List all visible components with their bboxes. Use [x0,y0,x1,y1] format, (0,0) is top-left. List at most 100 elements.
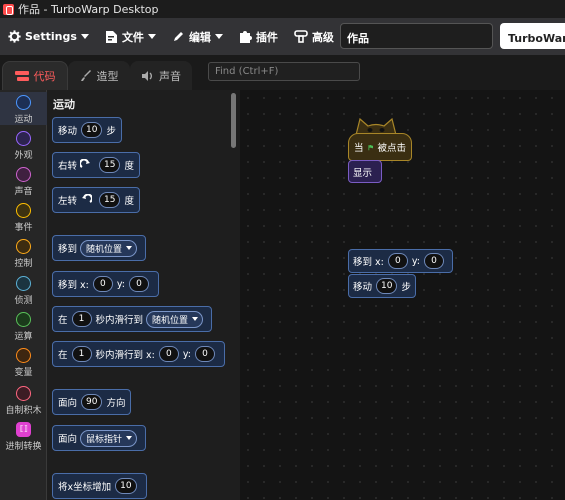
point-direction-block[interactable]: 面向 90 方向 [52,389,132,415]
block-text: 将x坐标增加 [58,482,112,493]
direction-input[interactable]: 90 [81,394,103,410]
move-steps-block[interactable]: 移动 10 步 [348,274,416,298]
category-label: 进制转换 [5,442,42,452]
pencil-icon [173,32,183,41]
when-flag-clicked-block[interactable]: 当 被点击 [348,133,412,161]
change-x-block[interactable]: 将x坐标增加 10 [52,473,147,499]
block-text: 方向 [106,398,126,409]
palette-heading: 运动 [53,98,75,111]
dropdown-value: 随机位置 [152,315,189,326]
steps-input[interactable]: 10 [81,122,103,138]
glide-xy-block[interactable]: 在 1 秒内滑行到 x: 0 y: 0 [52,341,225,367]
seconds-input[interactable]: 1 [71,311,92,327]
move-steps-block[interactable]: 移动 10 步 [52,117,122,143]
target-dropdown[interactable]: 随机位置 [80,239,138,257]
chevron-down-icon [214,34,223,39]
block-text: 步 [106,126,116,137]
block-text: 度 [124,196,134,207]
degrees-input[interactable]: 15 [99,157,121,173]
editor-tabs: 代码 造型 声音 Find (Ctrl+F) [0,55,565,90]
edit-menu[interactable]: 编辑 [164,18,231,55]
edit-label: 编辑 [188,30,211,44]
block-text: 移到 x: [353,257,384,268]
category-label: 运算 [14,332,33,342]
motion-category-icon [16,95,31,110]
project-title-input[interactable]: 作品 [340,23,493,49]
block-text: y: [182,348,191,360]
settings-menu[interactable]: Settings [0,18,97,55]
category-sound[interactable]: 声音 [0,167,47,197]
sound-category-icon [16,167,31,182]
turn-left-block[interactable]: 左转 15 度 [52,187,140,213]
advanced-icon [294,30,308,43]
category-operators[interactable]: 运算 [0,312,47,342]
tab-code[interactable]: 代码 [2,61,68,90]
y-input[interactable]: 0 [423,253,444,269]
category-menu: 运动 外观 声音 事件 控制 侦测 运算 变量 自制积木 ⟦⟧ 进制转换 [0,90,47,500]
category-sensing[interactable]: 侦测 [0,276,47,306]
x-input[interactable]: 0 [92,276,113,292]
category-label: 变量 [14,368,33,378]
control-category-icon [16,239,31,254]
category-label: 自制积木 [5,406,42,416]
category-my-blocks[interactable]: 自制积木 [0,386,47,416]
target-dropdown[interactable]: 随机位置 [146,310,204,328]
script-workspace[interactable]: 当 被点击 显示 移到 x: 0 y: 0 移动 10 步 [240,90,565,500]
y-input[interactable]: 0 [195,346,215,362]
target-dropdown[interactable]: 鼠标指针 [80,429,138,447]
category-events[interactable]: 事件 [0,203,47,233]
feedback-button[interactable]: TurboWarp反馈 [500,23,565,49]
puzzle-icon [239,31,252,43]
block-text: 步 [401,282,411,293]
show-block[interactable]: 显示 [348,160,382,183]
chevron-down-icon [126,246,133,250]
steps-input[interactable]: 10 [376,278,398,294]
category-motion[interactable]: 运动 [0,92,47,125]
change-input[interactable]: 10 [115,478,137,494]
block-text: 左转 [58,196,78,207]
app-icon [3,3,14,15]
advanced-label: 高级 [311,30,334,44]
turn-right-block[interactable]: 右转 15 度 [52,152,140,178]
block-text: 秒内滑行到 [95,315,144,326]
addons-label: 插件 [255,30,278,44]
x-input[interactable]: 0 [387,253,408,269]
degrees-input[interactable]: 15 [99,192,121,208]
category-variables[interactable]: 变量 [0,348,47,378]
addons-menu[interactable]: 插件 [231,18,286,55]
palette-scrollbar[interactable] [231,93,236,148]
x-input[interactable]: 0 [158,346,179,362]
my-blocks-category-icon [16,386,31,401]
category-label: 声音 [14,187,33,197]
block-text: 面向 [58,434,78,445]
block-text: 移动 [353,282,373,293]
tab-sounds[interactable]: 声音 [130,61,192,90]
glide-menu-block[interactable]: 在 1 秒内滑行到 随机位置 [52,306,213,332]
gear-icon [8,30,21,43]
code-icon [14,70,29,81]
operators-category-icon [16,312,31,327]
point-towards-block[interactable]: 面向 鼠标指针 [52,425,147,451]
goto-menu-block[interactable]: 移到 随机位置 [52,235,147,261]
category-looks[interactable]: 外观 [0,131,47,161]
category-control[interactable]: 控制 [0,239,47,269]
title-bar: 作品 - TurboWarp Desktop [0,0,565,18]
seconds-input[interactable]: 1 [71,346,92,362]
chevron-down-icon [147,34,156,39]
category-label: 事件 [14,223,33,233]
advanced-menu[interactable]: 高级 [286,18,342,55]
file-label: 文件 [121,30,144,44]
goto-xy-block[interactable]: 移到 x: 0 y: 0 [348,249,453,273]
turbowarp-window: 作品 - TurboWarp Desktop Settings 文件 编辑 插件… [0,0,565,500]
goto-xy-block[interactable]: 移到 x: 0 y: 0 [52,271,159,297]
settings-label: Settings [25,30,77,43]
rotate-right-icon [80,159,91,168]
category-base-conversion[interactable]: ⟦⟧ 进制转换 [0,422,47,452]
block-text: 在 [58,350,68,361]
y-input[interactable]: 0 [128,276,149,292]
block-text: 当 [354,143,364,154]
block-text: 右转 [58,161,78,172]
file-menu[interactable]: 文件 [97,18,164,55]
find-input[interactable]: Find (Ctrl+F) [208,62,360,81]
tab-costumes[interactable]: 造型 [68,61,130,90]
